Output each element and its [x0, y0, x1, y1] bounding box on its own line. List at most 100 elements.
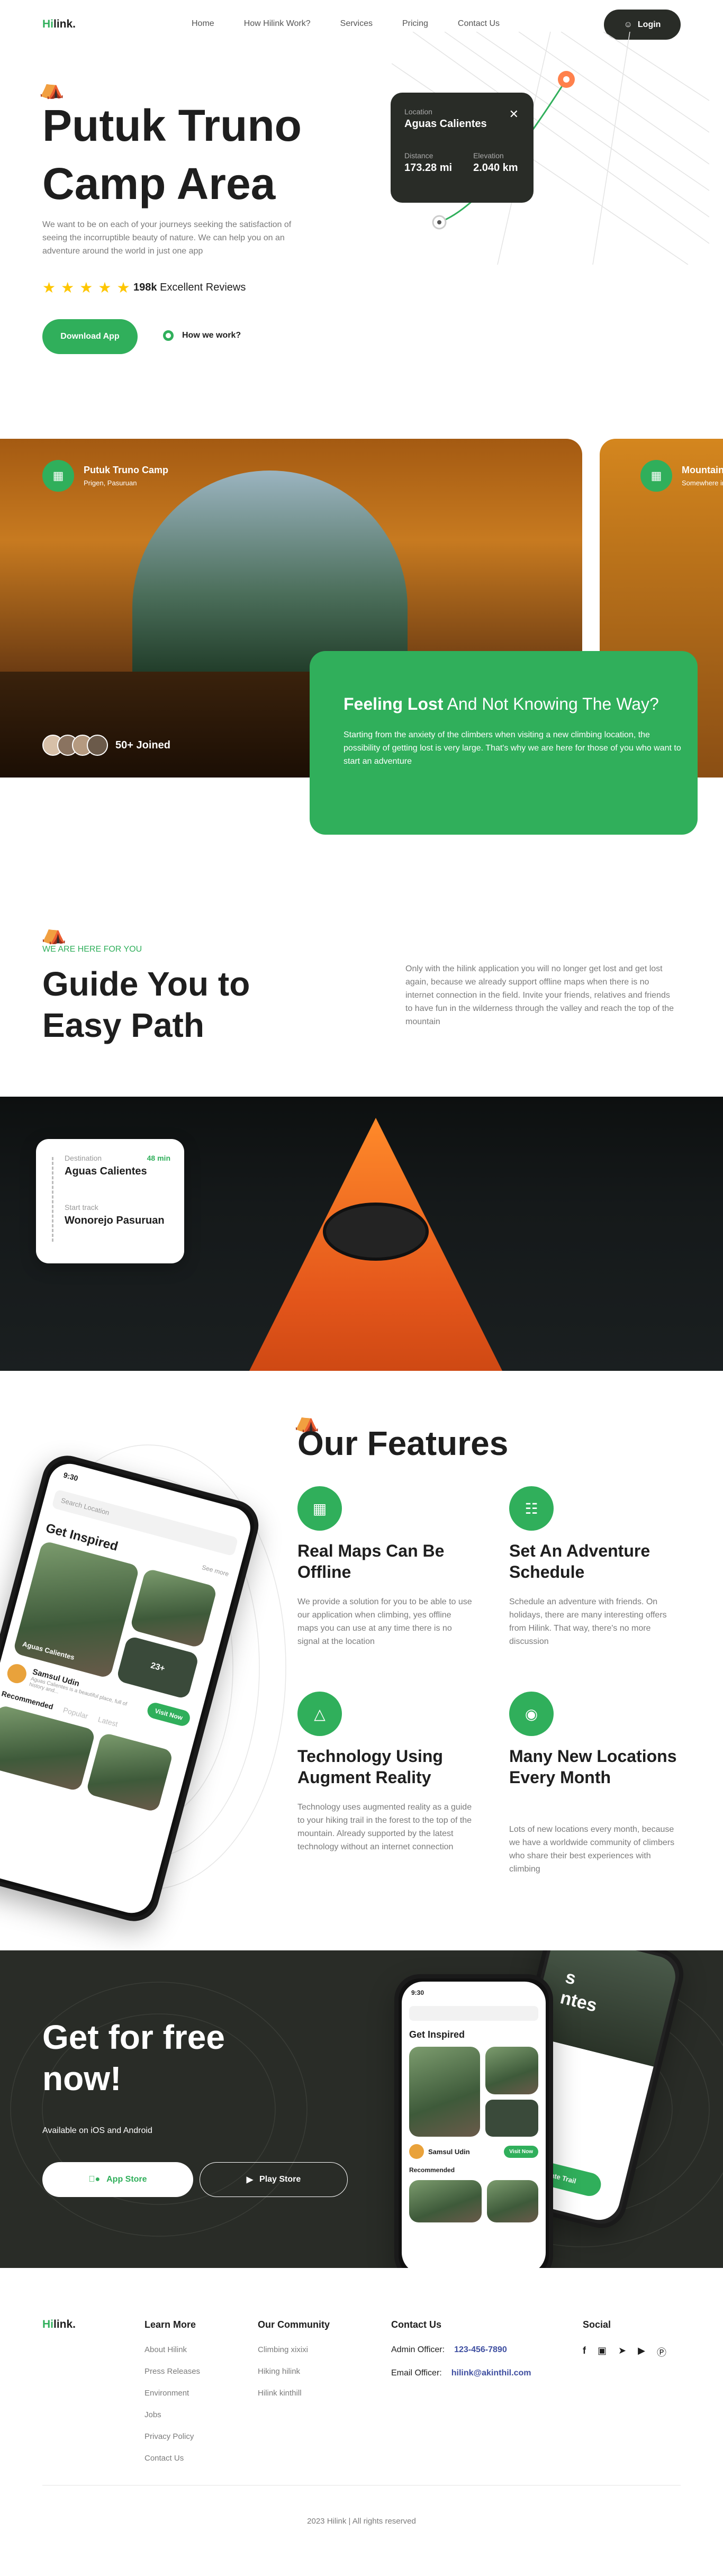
footer-social: Social f ▣ ➤ ▶ Ⓟ — [583, 2319, 666, 2359]
footer-column-title: Our Community — [258, 2319, 330, 2330]
guide-text: Only with the hilink application you wil… — [405, 964, 674, 1026]
nav-link-how-it-works[interactable]: How Hilink Work? — [244, 19, 311, 29]
login-label: Login — [637, 20, 661, 29]
camp-location: Somewhere in the Wilderness — [682, 479, 723, 487]
feature-title: Technology Using Augment Reality — [297, 1747, 443, 1787]
close-icon[interactable]: ✕ — [509, 107, 519, 121]
footer-link[interactable]: Press Releases — [144, 2367, 200, 2376]
joined-count: 50+ Joined — [115, 739, 170, 751]
route-track-line — [52, 1157, 54, 1242]
location-label: Location — [404, 107, 432, 116]
reviews-label: Excellent Reviews — [160, 282, 246, 293]
folded-map-icon: ▦ — [42, 460, 74, 492]
star-icon: ★ — [116, 279, 130, 296]
footer-link[interactable]: Hiking hilink — [258, 2367, 330, 2376]
user-icon: ☺ — [623, 20, 632, 29]
footer-link[interactable]: Contact Us — [144, 2454, 200, 2463]
avatar — [87, 735, 108, 756]
admin-email[interactable]: hilink@akinthil.com — [451, 2369, 531, 2378]
destination-value: Aguas Calientes — [65, 1165, 147, 1177]
phone-user-name: Samsul Udin — [428, 2147, 470, 2156]
nav-link-pricing[interactable]: Pricing — [402, 19, 428, 29]
phone-tab-recommended: Recommended — [409, 2166, 455, 2174]
footer-link[interactable]: Environment — [144, 2389, 200, 2398]
wordpress-icon[interactable]: Ⓟ — [657, 2345, 666, 2359]
star-icon: ★ — [42, 279, 56, 296]
footer-column-title: Contact Us — [391, 2319, 442, 2330]
camp-badge: ▦ Mountain View Camp Somewhere in the Wi… — [640, 460, 723, 492]
folded-map-icon: ▦ — [640, 460, 672, 492]
reviews: 198k Excellent Reviews — [133, 282, 246, 294]
email-label: Email Officer: — [391, 2369, 442, 2378]
footer-link[interactable]: Privacy Policy — [144, 2432, 200, 2441]
elevation-value: 2.040 km — [473, 162, 518, 174]
logo[interactable]: Hilink. — [42, 18, 76, 31]
kayak-hatch — [323, 1203, 429, 1261]
feeling-lost-title: Feeling Lost And Not Knowing The Way? — [344, 694, 659, 713]
nav-link-contact[interactable]: Contact Us — [458, 19, 500, 29]
play-store-button[interactable]: ▶ Play Store — [200, 2162, 348, 2197]
nav-link-services[interactable]: Services — [340, 19, 373, 29]
facebook-icon[interactable]: f — [583, 2345, 586, 2359]
feature-text: We provide a solution for you to be able… — [297, 1597, 472, 1646]
feeling-lost-card: Feeling Lost And Not Knowing The Way? St… — [310, 651, 698, 835]
avatar-group — [42, 735, 108, 756]
phone-place-image: Aguas Calientes — [12, 1540, 140, 1679]
admin-phone[interactable]: 123-456-7890 — [454, 2345, 507, 2354]
footer-column-title: Social — [583, 2319, 611, 2330]
phone-mockup-front: 9:30 Get Inspired Samsul Udin Visit Now … — [394, 1974, 553, 2268]
feature-title: Real Maps Can Be Offline — [297, 1541, 445, 1581]
phone-see-more: See more — [201, 1563, 230, 1578]
reviews-count: 198k — [133, 282, 157, 293]
footer-community: Our Community Climbing xixixi Hiking hil… — [258, 2319, 330, 2410]
phone-bg-text: s ntes — [558, 1967, 599, 2016]
start-label: Start track — [65, 1203, 98, 1212]
elevation-label: Elevation — [473, 151, 504, 160]
hero-description: We want to be on each of your journeys s… — [42, 220, 292, 256]
location-card: ✕ Location Aguas Calientes Distance 173.… — [391, 93, 534, 203]
nav-links: Home How Hilink Work? Services Pricing C… — [192, 19, 500, 29]
get-app-subtitle: Available on iOS and Android — [42, 2126, 152, 2135]
start-value: Wonorejo Pasuruan — [65, 1215, 165, 1226]
feature-title: Set An Adventure Schedule — [509, 1541, 650, 1581]
camp-name: Mountain View Camp — [682, 465, 723, 475]
instagram-icon[interactable]: ▣ — [598, 2345, 607, 2359]
twitter-icon[interactable]: ➤ — [618, 2345, 626, 2359]
app-store-label: App Store — [103, 2175, 147, 2184]
feature-title: Many New Locations Every Month — [509, 1747, 677, 1787]
download-app-button[interactable]: Download App — [42, 319, 138, 354]
tech-icon: △ — [297, 1692, 342, 1736]
nav-link-home[interactable]: Home — [192, 19, 214, 29]
distance-value: 173.28 mi — [404, 162, 453, 174]
rating-stars: ★ ★ ★ ★ ★ — [42, 279, 130, 296]
camp-location: Prigen, Pasuruan — [84, 479, 137, 487]
footer-link[interactable]: Jobs — [144, 2410, 200, 2419]
youtube-icon[interactable]: ▶ — [638, 2345, 645, 2359]
camp-badge: ▦ Putuk Truno Camp Prigen, Pasuruan — [42, 460, 168, 492]
phone-visit-button: Visit Now — [146, 1701, 192, 1728]
get-app-title: Get for free now! — [42, 2018, 225, 2098]
avatar — [5, 1661, 29, 1685]
app-store-button[interactable]: ● App Store — [42, 2162, 193, 2197]
destination-card: 48 min Destination Aguas Calientes Start… — [36, 1139, 184, 1263]
phone-visit-button: Visit Now — [504, 2145, 538, 2158]
radio-dot-icon — [163, 330, 174, 341]
footer-link[interactable]: Climbing xixixi — [258, 2345, 330, 2354]
footer-link[interactable]: Hilink kinthill — [258, 2389, 330, 2398]
star-icon: ★ — [98, 279, 112, 296]
footer-link[interactable]: About Hilink — [144, 2345, 200, 2354]
footer-learn-more: Learn More About Hilink Press Releases E… — [144, 2319, 200, 2475]
feature-text: Technology uses augmented reality as a g… — [297, 1803, 472, 1851]
get-app-section: s ntes Navigate Trail 9:30 Get Inspired … — [0, 1950, 723, 2268]
how-we-work-button[interactable]: How we work? — [163, 330, 241, 341]
apple-icon: ● — [88, 2175, 100, 2184]
guide-title: Guide You to Easy Path — [42, 965, 250, 1044]
camp-tent-icon: ⛺ — [41, 923, 67, 945]
hero-title: Putuk Truno Camp Area — [42, 101, 302, 209]
footer-logo[interactable]: Hilink. — [42, 2318, 76, 2331]
phone-get-inspired: Get Inspired — [409, 2029, 465, 2040]
joined-indicator: 50+ Joined — [42, 735, 170, 756]
feeling-lost-text: Starting from the anxiety of the climber… — [344, 730, 681, 766]
copyright: 2023 Hilink | All rights reserved — [307, 2517, 416, 2526]
features-title: Our Features — [297, 1424, 509, 1462]
